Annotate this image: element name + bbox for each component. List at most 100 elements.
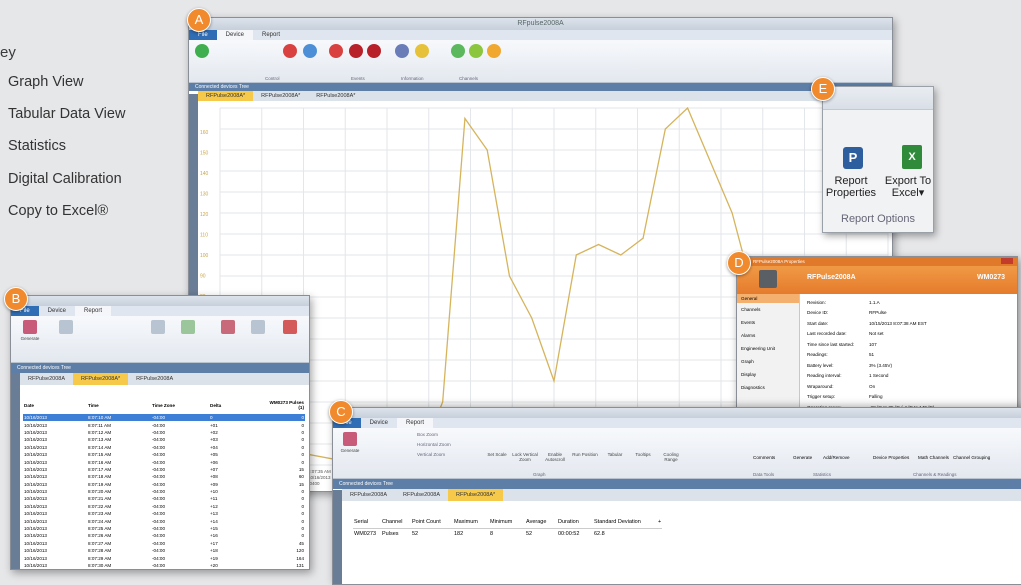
start-icon[interactable] <box>195 44 209 58</box>
tab-device[interactable]: Device <box>39 306 75 316</box>
nav-item-general[interactable]: General <box>737 294 799 303</box>
table-row[interactable]: 10/16/2013 8:07:23 AM -04:00 +13 0 <box>23 510 305 517</box>
col-header-serial[interactable]: Serial <box>353 516 381 528</box>
doc-tab[interactable]: RFPulse2008A* <box>253 91 308 101</box>
data-point[interactable] <box>531 317 533 319</box>
excel-icon[interactable]: X <box>902 145 922 169</box>
stop-icon[interactable] <box>283 44 297 58</box>
col-header-timezone[interactable]: Time Zone <box>151 396 209 414</box>
data-point[interactable] <box>553 380 555 382</box>
tab-device[interactable]: Device <box>216 30 254 40</box>
report-properties-button[interactable]: Report Properties <box>823 175 879 199</box>
ribbon-btn-lock-zoom[interactable]: Lock Vertical Zoom <box>511 452 539 462</box>
data-point[interactable] <box>508 275 511 277</box>
tab-report[interactable]: Report <box>397 418 434 428</box>
table-row[interactable]: 10/16/2013 8:07:21 AM -04:00 +11 0 <box>23 495 305 502</box>
lock-zoom-icon[interactable] <box>181 320 195 334</box>
table-row[interactable]: 10/16/2013 8:07:11 AM -04:00 +01 0 <box>23 421 305 428</box>
col-header-delta[interactable]: Delta <box>209 396 267 414</box>
nav-item-engineering-unit[interactable]: Engineering Unit <box>737 342 799 355</box>
table-row[interactable]: 10/16/2013 8:07:16 AM -04:00 +06 0 <box>23 458 305 465</box>
col-header-channel[interactable]: Channel <box>381 516 411 528</box>
engineering-units-icon[interactable] <box>415 44 429 58</box>
generate-icon[interactable] <box>343 432 357 446</box>
table-row[interactable]: 10/16/2013 8:07:17 AM -04:00 +07 15 <box>23 466 305 473</box>
doc-tab[interactable]: RFPulse2008A <box>395 489 448 501</box>
vertical-zoom[interactable]: Vertical Zoom <box>417 452 445 457</box>
box-zoom[interactable]: Box Zoom <box>417 432 438 437</box>
table-row[interactable]: 10/16/2013 8:07:26 AM -04:00 +16 0 <box>23 532 305 539</box>
doc-tab[interactable]: RFPulse2008A* <box>448 489 504 501</box>
ribbon-btn-channel-grouping[interactable]: Channel Grouping <box>953 455 990 460</box>
alarm-icon[interactable] <box>451 44 465 58</box>
manage-pulse-icon[interactable] <box>349 44 363 58</box>
table-row[interactable]: 10/16/2013 8:07:29 AM -04:00 +19 164 <box>23 554 305 561</box>
nav-item-diagnostics[interactable]: Diagnostics <box>737 381 799 394</box>
table-row[interactable]: 10/16/2013 8:07:22 AM -04:00 +12 0 <box>23 503 305 510</box>
col-header-minimum[interactable]: Minimum <box>489 516 525 528</box>
ribbon-btn-set-scale[interactable]: Set Scale <box>483 452 511 457</box>
col-header-pulses[interactable]: WM0273 Pulses (1) <box>267 396 305 414</box>
table-row[interactable]: 10/16/2013 8:07:13 AM -04:00 +03 0 <box>23 436 305 443</box>
ribbon-btn-autoscroll[interactable]: Enable Autoscroll <box>541 452 569 462</box>
ribbon-btn-comments[interactable]: Comments <box>753 455 775 460</box>
ribbon-btn-cooling-range[interactable]: Cooling Range <box>657 452 685 462</box>
nav-item-alarms[interactable]: Alarms <box>737 329 799 342</box>
col-header-std-dev[interactable]: Standard Deviation <box>593 516 657 528</box>
events-icon[interactable] <box>487 44 501 58</box>
doc-tab[interactable]: RFPulse2008A* <box>308 91 363 101</box>
table-row[interactable]: WM0273 Pulses 52 182 8 52 00:00:52 62.8 <box>353 528 662 540</box>
data-point[interactable] <box>687 107 689 109</box>
download-icon[interactable] <box>303 44 317 58</box>
table-row[interactable]: 10/16/2013 8:07:25 AM -04:00 +15 0 <box>23 525 305 532</box>
table-row[interactable]: 10/16/2013 8:07:24 AM -04:00 +14 0 <box>23 517 305 524</box>
table-row[interactable]: 10/16/2013 8:07:27 AM -04:00 +17 45 <box>23 540 305 547</box>
export-to-excel-button[interactable]: Export To Excel▾ <box>881 175 935 199</box>
data-point[interactable] <box>664 128 666 130</box>
doc-tab[interactable]: RFPulse2008A <box>20 373 73 385</box>
tab-report[interactable]: Report <box>253 30 289 40</box>
table-row[interactable]: 10/16/2013 8:07:15 AM -04:00 +05 0 <box>23 451 305 458</box>
tab-report[interactable]: Report <box>75 306 112 316</box>
select-icon[interactable] <box>59 320 73 334</box>
col-header-point-count[interactable]: Point Count <box>411 516 453 528</box>
doc-tab[interactable]: RFPulse2008A <box>128 373 181 385</box>
data-point[interactable] <box>442 401 444 403</box>
nav-item-events[interactable]: Events <box>737 316 799 329</box>
table-row[interactable]: 10/16/2013 8:07:12 AM -04:00 +02 0 <box>23 429 305 436</box>
dropdown-arrow-icon[interactable]: ▾ <box>919 187 925 199</box>
ribbon-btn-tooltips[interactable]: Tooltips <box>629 452 657 457</box>
ribbon-btn-tabular[interactable]: Tabular <box>601 452 629 457</box>
table-row[interactable]: 10/16/2013 8:07:28 AM -04:00 +18 120 <box>23 547 305 554</box>
data-point[interactable] <box>486 149 488 151</box>
table-row[interactable]: 10/16/2013 8:07:10 AM -04:00 0 0 <box>23 414 305 422</box>
ribbon-btn-run-position[interactable]: Run Position <box>571 452 599 457</box>
table-row[interactable]: 10/16/20138:07:31 AM-04:00+2175 <box>23 569 305 570</box>
doc-tab[interactable]: RFPulse2008A* <box>73 373 129 385</box>
col-header-time[interactable]: Time <box>87 396 151 414</box>
col-header-date[interactable]: Date <box>23 396 87 414</box>
data-point[interactable] <box>464 117 466 120</box>
table-row[interactable]: 10/16/2013 8:07:18 AM -04:00 +08 60 <box>23 473 305 480</box>
ribbon-btn-math-channels[interactable]: Math Channels <box>918 455 949 460</box>
col-header-duration[interactable]: Duration <box>557 516 593 528</box>
data-point[interactable] <box>575 254 577 256</box>
side-panel-strip[interactable] <box>11 373 20 569</box>
nav-item-channels[interactable]: Channels <box>737 303 799 316</box>
report-properties-icon[interactable]: P <box>843 147 863 169</box>
col-header-average[interactable]: Average <box>525 516 557 528</box>
data-point[interactable] <box>642 237 644 239</box>
data-point[interactable] <box>620 254 622 256</box>
horizontal-zoom[interactable]: Horizontal Zoom <box>417 442 451 447</box>
close-icon[interactable] <box>1001 258 1013 264</box>
add-column-button[interactable]: + <box>657 516 662 528</box>
side-panel-strip[interactable] <box>333 490 342 584</box>
autoscroll-icon[interactable] <box>221 320 235 334</box>
col-header-maximum[interactable]: Maximum <box>453 516 489 528</box>
generate-icon[interactable] <box>23 320 37 334</box>
data-point[interactable] <box>597 243 600 246</box>
table-row[interactable]: 10/16/2013 8:07:20 AM -04:00 +10 0 <box>23 488 305 495</box>
nav-item-graph[interactable]: Graph <box>737 355 799 368</box>
table-row[interactable]: 10/16/2013 8:07:19 AM -04:00 +09 15 <box>23 481 305 488</box>
view-log-icon[interactable] <box>367 44 381 58</box>
